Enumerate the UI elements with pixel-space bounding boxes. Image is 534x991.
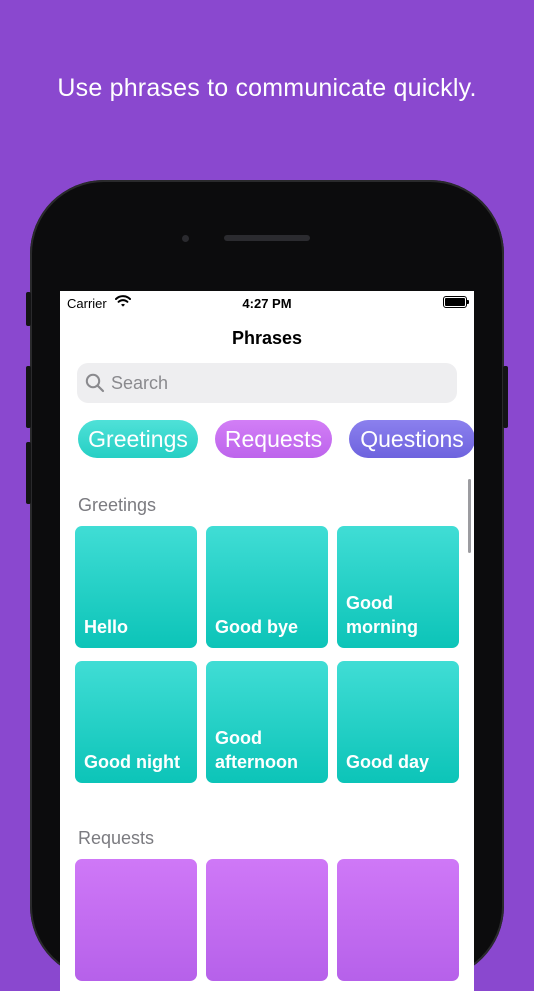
phrase-tile-good-morning[interactable]: Good morning xyxy=(337,526,459,648)
phrase-label: Good morning xyxy=(346,593,418,637)
phrase-tile-request-3[interactable] xyxy=(337,859,459,981)
phone-frame: Carrier 4:27 PM Phrases Greetings Reques… xyxy=(26,180,508,991)
phrase-tile-request-2[interactable] xyxy=(206,859,328,981)
status-bar: Carrier 4:27 PM xyxy=(60,291,474,315)
phrase-label: Hello xyxy=(84,617,129,637)
power-button xyxy=(503,366,508,428)
chip-requests[interactable]: Requests xyxy=(215,420,332,458)
status-time: 4:27 PM xyxy=(242,296,292,311)
earpiece-speaker xyxy=(224,235,310,241)
volume-up-button xyxy=(26,366,31,428)
phrase-label: Good afternoon xyxy=(215,728,298,772)
chip-questions[interactable]: Questions xyxy=(349,420,474,458)
search-bar[interactable] xyxy=(77,363,457,403)
phrase-tile-good-afternoon[interactable]: Good afternoon xyxy=(206,661,328,783)
silent-switch xyxy=(26,292,31,326)
battery-icon xyxy=(443,296,469,308)
phrase-tile-good-day[interactable]: Good day xyxy=(337,661,459,783)
phrase-tile-hello[interactable]: Hello xyxy=(75,526,197,648)
phrase-tile-good-night[interactable]: Good night xyxy=(75,661,197,783)
search-icon xyxy=(85,373,105,393)
section-header-greetings: Greetings xyxy=(78,495,157,515)
app-screen: Carrier 4:27 PM Phrases Greetings Reques… xyxy=(60,291,474,991)
scroll-indicator[interactable] xyxy=(468,479,471,553)
phrase-tile-request-1[interactable] xyxy=(75,859,197,981)
phrase-label: Good night xyxy=(84,752,180,772)
front-camera xyxy=(182,235,189,242)
phrase-label: Good bye xyxy=(215,617,299,637)
promo-headline: Use phrases to communicate quickly. xyxy=(57,74,477,102)
phrase-tile-good-bye[interactable]: Good bye xyxy=(206,526,328,648)
section-header-requests: Requests xyxy=(78,828,155,848)
volume-down-button xyxy=(26,442,31,504)
search-input[interactable] xyxy=(111,363,441,403)
chip-greetings[interactable]: Greetings xyxy=(78,420,198,458)
page-title: Phrases xyxy=(231,328,303,348)
phrase-label: Good day xyxy=(346,752,430,772)
